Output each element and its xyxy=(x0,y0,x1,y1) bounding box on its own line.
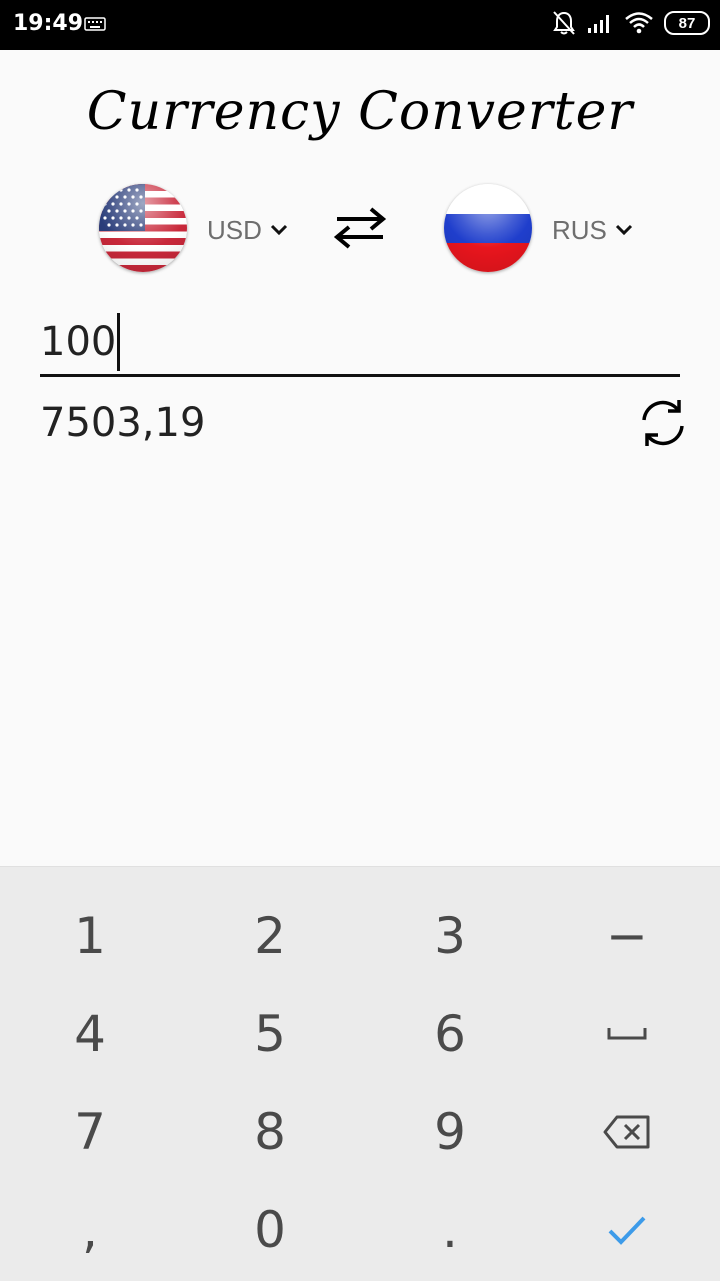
text-cursor xyxy=(117,313,121,371)
key-3[interactable]: 3 xyxy=(360,887,540,985)
bell-off-icon xyxy=(553,11,575,35)
chevron-down-icon xyxy=(615,224,632,236)
wifi-icon xyxy=(625,12,653,34)
amount-value: 100 xyxy=(40,319,117,365)
key-minus[interactable]: − xyxy=(537,887,717,985)
key-7[interactable]: 7 xyxy=(0,1083,180,1181)
russia-flag-icon[interactable] xyxy=(444,184,532,272)
input-underline xyxy=(40,374,680,377)
key-8[interactable]: 8 xyxy=(180,1083,360,1181)
check-icon xyxy=(608,1216,646,1245)
app-title: Currency Converter xyxy=(86,82,634,142)
key-space[interactable] xyxy=(537,985,717,1083)
numeric-keypad: 1 2 3 − 4 5 6 7 8 9 , 0 . xyxy=(0,866,720,1281)
from-currency-code: USD xyxy=(207,214,262,245)
battery-icon: 87 xyxy=(664,11,710,35)
converted-result: 7503,19 xyxy=(40,400,206,446)
refresh-icon[interactable] xyxy=(636,396,690,450)
chevron-down-icon xyxy=(270,224,287,236)
status-bar: 19:49 87 xyxy=(0,0,720,50)
us-flag-icon[interactable] xyxy=(99,184,187,272)
key-dot[interactable]: . xyxy=(360,1181,540,1279)
to-currency-dropdown[interactable]: RUS xyxy=(552,210,633,250)
swap-currencies-icon[interactable] xyxy=(333,205,387,251)
amount-input[interactable]: 100 xyxy=(40,310,680,374)
key-9[interactable]: 9 xyxy=(360,1083,540,1181)
key-4[interactable]: 4 xyxy=(0,985,180,1083)
status-time: 19:49 xyxy=(13,11,84,36)
to-currency-code: RUS xyxy=(552,214,607,245)
key-1[interactable]: 1 xyxy=(0,887,180,985)
key-2[interactable]: 2 xyxy=(180,887,360,985)
key-comma[interactable]: , xyxy=(0,1181,180,1279)
key-backspace[interactable] xyxy=(537,1083,717,1181)
battery-level: 87 xyxy=(678,14,696,32)
key-done[interactable] xyxy=(537,1181,717,1279)
signal-icon xyxy=(588,15,609,33)
key-6[interactable]: 6 xyxy=(360,985,540,1083)
key-0[interactable]: 0 xyxy=(180,1181,360,1279)
backspace-icon xyxy=(603,1115,650,1149)
from-currency-dropdown[interactable]: USD xyxy=(207,210,288,250)
keyboard-icon xyxy=(84,17,106,31)
space-icon xyxy=(607,1028,647,1040)
key-5[interactable]: 5 xyxy=(180,985,360,1083)
